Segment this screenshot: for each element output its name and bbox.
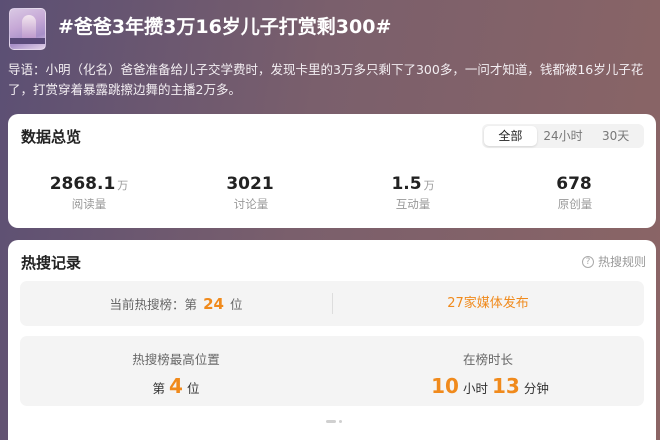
- current-rank-prefix: 当前热搜榜：第: [109, 297, 198, 312]
- duration-hours: 10: [431, 374, 459, 398]
- hot-search-title: 热搜记录: [21, 254, 82, 272]
- topic-intro: 导语：小明（化名）爸爸准备给儿子交学费时，发现卡里的3万多只剩下了300多，一问…: [8, 62, 644, 97]
- duration-hours-unit: 小时: [462, 381, 488, 396]
- current-rank: 当前热搜榜：第 24 位: [20, 281, 332, 326]
- highest-position-label: 热搜榜最高位置: [132, 352, 220, 367]
- topic-thumbnail: [9, 8, 46, 50]
- topic-header: #爸爸3年攒3万16岁儿子打赏剩300# 导语：小明（化名）爸爸准备给儿子交学费…: [0, 0, 660, 112]
- stats-row: 2868.1 万 阅读量 3021 讨论量 1.5 万 互动量 678 原创量: [8, 174, 656, 212]
- stat-value: 1.5: [391, 174, 422, 194]
- stat-original: 678 原创量: [494, 174, 656, 212]
- hot-search-rules-link[interactable]: ? 热搜规则: [581, 253, 646, 270]
- current-rank-suffix: 位: [229, 297, 243, 312]
- stat-value: 678: [556, 174, 592, 194]
- tab-30d[interactable]: 30天: [589, 126, 642, 146]
- stat-label: 原创量: [557, 197, 593, 211]
- tab-all[interactable]: 全部: [484, 126, 537, 146]
- current-rank-panel: 当前热搜榜：第 24 位 27家媒体发布: [20, 281, 644, 326]
- thumbnail-caption-strip: [10, 38, 45, 44]
- duration-minutes: 13: [492, 374, 520, 398]
- best-rank-panel: 热搜榜最高位置 第4位 在榜时长 10 小时 13 分钟: [20, 336, 644, 406]
- hot-search-card: 热搜记录 ? 热搜规则 当前热搜榜：第 24 位 27家媒体发布 热搜榜最高位置…: [8, 240, 656, 440]
- media-publish-link[interactable]: 27家媒体发布: [332, 281, 644, 326]
- question-circle-icon: ?: [581, 255, 594, 268]
- carousel-indicator[interactable]: [326, 420, 342, 423]
- stat-read: 2868.1 万 阅读量: [8, 174, 170, 212]
- stat-unit: 万: [423, 179, 435, 192]
- overview-card: 数据总览 全部 24小时 30天 2868.1 万 阅读量 3021 讨论量 1.…: [8, 114, 656, 228]
- rules-label: 热搜规则: [597, 255, 646, 269]
- carousel-dot: [339, 420, 342, 423]
- highest-position-suffix: 位: [186, 381, 200, 396]
- highest-position-prefix: 第: [152, 381, 166, 396]
- duration-minutes-unit: 分钟: [523, 381, 549, 396]
- topic-title: #爸爸3年攒3万16岁儿子打赏剩300#: [58, 16, 392, 38]
- stat-discussion: 3021 讨论量: [170, 174, 332, 212]
- highest-position-value: 4: [169, 374, 183, 398]
- stat-value: 2868.1: [49, 174, 116, 194]
- time-on-list-label: 在榜时长: [462, 352, 513, 367]
- overview-title: 数据总览: [21, 128, 82, 146]
- stat-label: 互动量: [395, 197, 431, 211]
- tab-24h[interactable]: 24小时: [537, 126, 590, 146]
- time-range-tabs: 全部 24小时 30天: [482, 124, 644, 148]
- highest-position: 热搜榜最高位置 第4位: [20, 336, 332, 406]
- stat-value: 3021: [226, 174, 274, 194]
- stat-label: 讨论量: [233, 197, 269, 211]
- stat-unit: 万: [117, 179, 129, 192]
- current-rank-value: 24: [203, 294, 224, 313]
- stat-label: 阅读量: [71, 197, 107, 211]
- stat-interaction: 1.5 万 互动量: [332, 174, 494, 212]
- carousel-dot-active: [326, 420, 336, 423]
- time-on-list: 在榜时长 10 小时 13 分钟: [332, 336, 644, 406]
